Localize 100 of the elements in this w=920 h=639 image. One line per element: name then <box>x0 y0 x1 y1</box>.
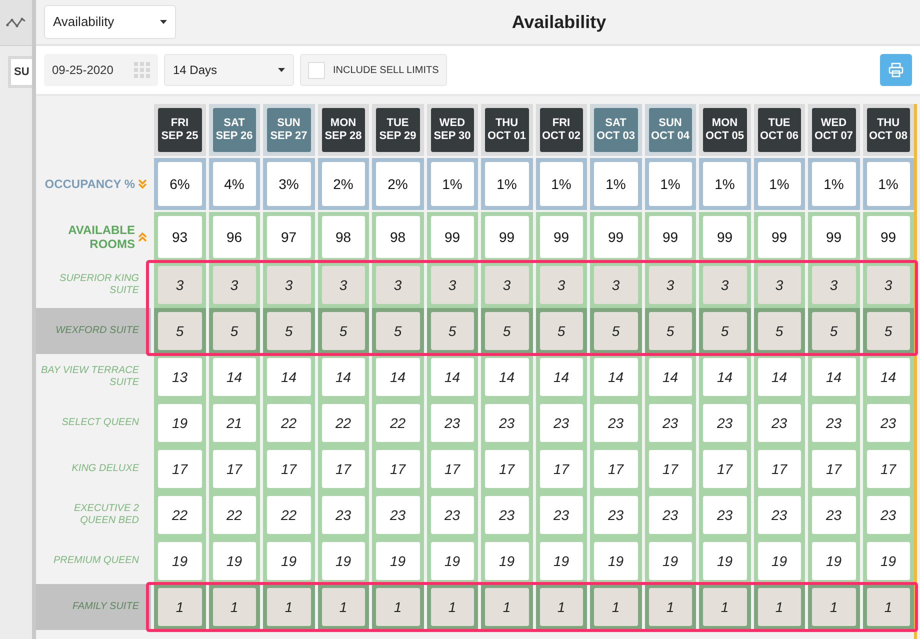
table-cell[interactable]: 3 <box>703 266 746 304</box>
table-cell[interactable]: 19 <box>866 542 910 580</box>
day-header[interactable]: MON OCT 05 <box>703 108 746 152</box>
day-header[interactable]: TUE SEP 29 <box>376 108 420 152</box>
table-cell[interactable]: 5 <box>758 312 801 350</box>
table-cell[interactable]: 14 <box>758 358 801 396</box>
table-cell[interactable]: 23 <box>430 496 474 534</box>
table-cell[interactable]: 19 <box>703 542 746 580</box>
day-header[interactable]: TUE OCT 06 <box>758 108 801 152</box>
day-header[interactable]: SUN SEP 27 <box>267 108 310 152</box>
print-button[interactable] <box>880 54 912 86</box>
table-cell[interactable]: 14 <box>376 358 420 396</box>
table-cell[interactable]: 5 <box>430 312 474 350</box>
table-cell[interactable]: 23 <box>540 404 583 442</box>
table-cell[interactable]: 14 <box>866 358 910 396</box>
table-cell[interactable]: 17 <box>430 450 474 488</box>
table-cell[interactable]: 23 <box>322 496 365 534</box>
table-cell[interactable]: 23 <box>376 496 420 534</box>
table-cell[interactable]: 14 <box>430 358 474 396</box>
table-cell[interactable]: 19 <box>758 542 801 580</box>
table-cell[interactable]: 14 <box>485 358 528 396</box>
table-cell[interactable]: 3 <box>267 266 310 304</box>
table-cell[interactable]: 19 <box>158 542 202 580</box>
table-cell[interactable]: 22 <box>267 496 310 534</box>
table-cell[interactable]: 21 <box>212 404 256 442</box>
table-cell[interactable]: 19 <box>485 542 528 580</box>
day-header[interactable]: WED SEP 30 <box>430 108 474 152</box>
day-header[interactable]: FRI OCT 02 <box>540 108 583 152</box>
table-cell[interactable]: 23 <box>812 404 856 442</box>
table-cell[interactable]: 14 <box>322 358 365 396</box>
table-cell[interactable]: 5 <box>267 312 310 350</box>
table-cell[interactable]: 1 <box>812 588 856 626</box>
table-cell[interactable]: 22 <box>267 404 310 442</box>
table-cell[interactable]: 23 <box>758 404 801 442</box>
table-cell[interactable]: 13 <box>158 358 202 396</box>
table-cell[interactable]: 17 <box>158 450 202 488</box>
table-cell[interactable]: 17 <box>376 450 420 488</box>
day-header[interactable]: SUN OCT 04 <box>648 108 692 152</box>
rail-button[interactable]: SU <box>11 59 32 86</box>
table-cell[interactable]: 19 <box>267 542 310 580</box>
table-cell[interactable]: 23 <box>703 496 746 534</box>
table-cell[interactable]: 23 <box>594 404 638 442</box>
table-cell[interactable]: 1 <box>212 588 256 626</box>
table-cell[interactable]: 1 <box>430 588 474 626</box>
table-cell[interactable]: 17 <box>594 450 638 488</box>
table-cell[interactable]: 5 <box>376 312 420 350</box>
table-cell[interactable]: 14 <box>648 358 692 396</box>
table-cell[interactable]: 19 <box>430 542 474 580</box>
table-cell[interactable]: 22 <box>322 404 365 442</box>
table-cell[interactable]: 5 <box>812 312 856 350</box>
table-cell[interactable]: 1 <box>267 588 310 626</box>
calendar-grid-icon[interactable] <box>134 62 150 78</box>
table-cell[interactable]: 5 <box>212 312 256 350</box>
table-cell[interactable]: 5 <box>485 312 528 350</box>
table-cell[interactable]: 23 <box>430 404 474 442</box>
sell-limits-checkbox[interactable]: INCLUDE SELL LIMITS <box>300 54 447 86</box>
table-cell[interactable]: 1 <box>758 588 801 626</box>
table-cell[interactable]: 3 <box>758 266 801 304</box>
table-cell[interactable]: 3 <box>322 266 365 304</box>
table-cell[interactable]: 19 <box>594 542 638 580</box>
table-cell[interactable]: 1 <box>540 588 583 626</box>
table-cell[interactable]: 23 <box>485 404 528 442</box>
table-cell[interactable]: 14 <box>703 358 746 396</box>
table-cell[interactable]: 3 <box>648 266 692 304</box>
table-cell[interactable]: 17 <box>812 450 856 488</box>
table-cell[interactable]: 19 <box>322 542 365 580</box>
table-cell[interactable]: 22 <box>158 496 202 534</box>
table-cell[interactable]: 3 <box>540 266 583 304</box>
day-header[interactable]: THU OCT 08 <box>866 108 910 152</box>
table-cell[interactable]: 1 <box>648 588 692 626</box>
table-cell[interactable]: 22 <box>376 404 420 442</box>
table-cell[interactable]: 17 <box>758 450 801 488</box>
table-cell[interactable]: 23 <box>866 404 910 442</box>
table-cell[interactable]: 1 <box>594 588 638 626</box>
table-cell[interactable]: 14 <box>212 358 256 396</box>
table-cell[interactable]: 23 <box>866 496 910 534</box>
table-cell[interactable]: 5 <box>540 312 583 350</box>
chevrons-up-icon[interactable] <box>138 232 147 242</box>
table-cell[interactable]: 22 <box>212 496 256 534</box>
table-cell[interactable]: 5 <box>594 312 638 350</box>
table-cell[interactable]: 3 <box>158 266 202 304</box>
day-header[interactable]: SAT OCT 03 <box>594 108 638 152</box>
table-cell[interactable]: 14 <box>540 358 583 396</box>
table-cell[interactable]: 17 <box>267 450 310 488</box>
table-cell[interactable]: 14 <box>594 358 638 396</box>
table-cell[interactable]: 19 <box>376 542 420 580</box>
table-cell[interactable]: 23 <box>703 404 746 442</box>
table-cell[interactable]: 1 <box>322 588 365 626</box>
day-header[interactable]: SAT SEP 26 <box>212 108 256 152</box>
chevrons-down-icon[interactable] <box>138 179 147 189</box>
table-cell[interactable]: 5 <box>866 312 910 350</box>
table-cell[interactable]: 3 <box>485 266 528 304</box>
table-cell[interactable]: 23 <box>540 496 583 534</box>
table-cell[interactable]: 3 <box>376 266 420 304</box>
table-cell[interactable]: 3 <box>212 266 256 304</box>
table-cell[interactable]: 19 <box>212 542 256 580</box>
table-cell[interactable]: 14 <box>267 358 310 396</box>
day-header[interactable]: WED OCT 07 <box>812 108 856 152</box>
table-cell[interactable]: 5 <box>648 312 692 350</box>
table-cell[interactable]: 17 <box>648 450 692 488</box>
